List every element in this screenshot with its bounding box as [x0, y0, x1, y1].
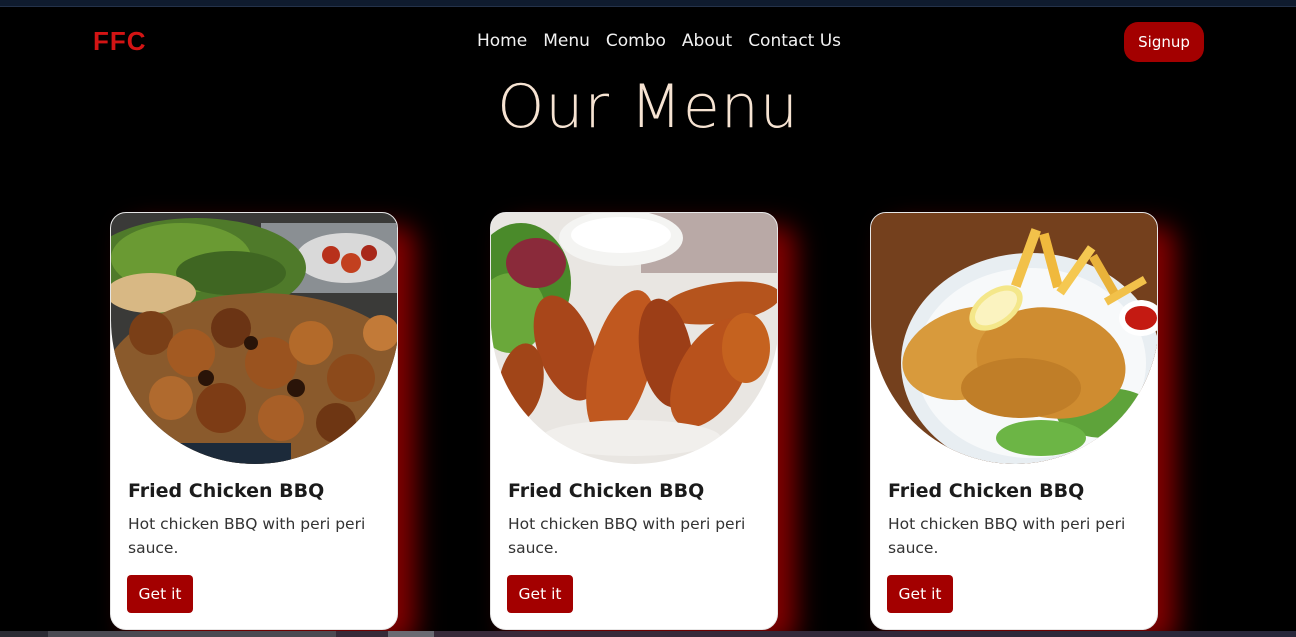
bottom-scrollbar[interactable]: [0, 631, 1296, 637]
nav-item-about[interactable]: About: [682, 31, 732, 51]
scrollbar-thumb[interactable]: [388, 631, 434, 637]
card-description: Hot chicken BBQ with peri peri sauce.: [128, 515, 366, 557]
nav-item-home[interactable]: Home: [477, 31, 527, 51]
fried-chicken-strips-image: [491, 213, 777, 464]
get-it-button[interactable]: Get it: [507, 575, 573, 613]
nav-item-combo[interactable]: Combo: [606, 31, 666, 51]
main-nav: Home Menu Combo About Contact Us: [477, 31, 841, 51]
nav-item-menu[interactable]: Menu: [543, 31, 590, 51]
browser-top-line: [0, 0, 1296, 7]
menu-card: Fried Chicken BBQ Hot chicken BBQ with p…: [110, 212, 398, 630]
brand-logo[interactable]: FFC: [93, 26, 147, 57]
grilled-chicken-wings-image: [111, 213, 397, 464]
menu-card: Fried Chicken BBQ Hot chicken BBQ with p…: [490, 212, 778, 630]
scrollbar-thumb[interactable]: [48, 631, 336, 637]
signup-button[interactable]: Signup: [1124, 22, 1204, 62]
card-description: Hot chicken BBQ with peri peri sauce.: [888, 515, 1126, 557]
card-description: Hot chicken BBQ with peri peri sauce.: [508, 515, 746, 557]
page-title: Our Menu: [497, 72, 799, 142]
menu-card: Fried Chicken BBQ Hot chicken BBQ with p…: [870, 212, 1158, 630]
get-it-button[interactable]: Get it: [887, 575, 953, 613]
card-title: Fried Chicken BBQ: [508, 480, 705, 502]
get-it-button[interactable]: Get it: [127, 575, 193, 613]
card-title: Fried Chicken BBQ: [888, 480, 1085, 502]
nav-item-contact[interactable]: Contact Us: [748, 31, 841, 51]
breaded-cutlet-fries-image: [871, 213, 1157, 464]
card-title: Fried Chicken BBQ: [128, 480, 325, 502]
